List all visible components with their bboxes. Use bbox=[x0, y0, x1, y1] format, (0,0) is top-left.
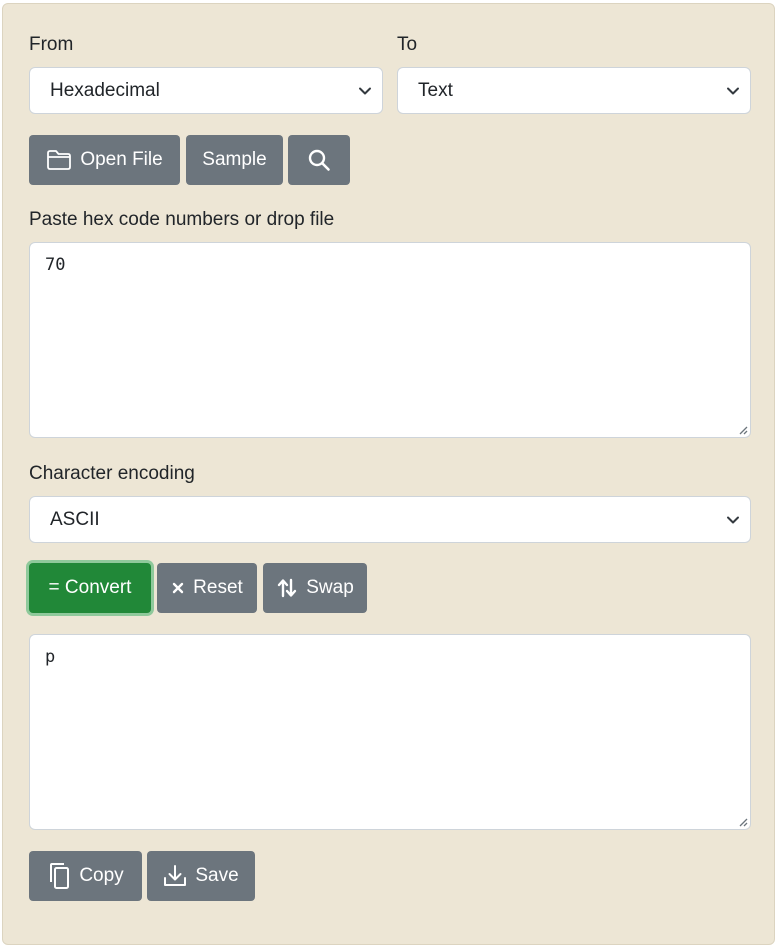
from-select[interactable]: Hexadecimal bbox=[29, 67, 383, 114]
encoding-label: Character encoding bbox=[29, 463, 195, 484]
convert-button[interactable]: = Convert bbox=[29, 563, 151, 613]
to-label: To bbox=[397, 34, 418, 55]
search-button[interactable] bbox=[288, 135, 350, 185]
copy-icon bbox=[50, 863, 70, 889]
hex-input-value: 70 bbox=[45, 255, 66, 275]
swap-icon bbox=[278, 578, 297, 598]
open-file-button[interactable]: Open File bbox=[29, 135, 180, 185]
reset-label: Reset bbox=[193, 577, 243, 598]
sample-label: Sample bbox=[202, 149, 267, 170]
converter-panel: From To Hexadecimal Text Open File Sampl… bbox=[2, 3, 775, 945]
encoding-select[interactable]: ASCII bbox=[29, 496, 751, 543]
output-textarea[interactable]: p bbox=[29, 634, 751, 830]
chevron-down-icon bbox=[727, 87, 739, 95]
chevron-down-icon bbox=[359, 87, 371, 95]
convert-label: = Convert bbox=[48, 577, 132, 598]
swap-label: Swap bbox=[306, 577, 354, 598]
chevron-down-icon bbox=[727, 516, 739, 524]
hex-input-textarea[interactable]: 70 bbox=[29, 242, 751, 438]
input-label: Paste hex code numbers or drop file bbox=[29, 209, 335, 230]
to-select-value: Text bbox=[418, 80, 453, 101]
save-label: Save bbox=[195, 865, 239, 886]
to-select[interactable]: Text bbox=[397, 67, 751, 114]
search-icon bbox=[308, 149, 330, 171]
save-button[interactable]: Save bbox=[147, 851, 255, 901]
reset-button[interactable]: Reset bbox=[157, 563, 257, 613]
sample-button[interactable]: Sample bbox=[186, 135, 283, 185]
download-icon bbox=[164, 865, 187, 886]
from-select-value: Hexadecimal bbox=[50, 80, 160, 101]
folder-icon bbox=[47, 150, 72, 170]
from-label: From bbox=[29, 34, 74, 55]
resize-grip-icon[interactable] bbox=[736, 815, 748, 827]
resize-grip-icon[interactable] bbox=[736, 423, 748, 435]
copy-button[interactable]: Copy bbox=[29, 851, 142, 901]
open-file-label: Open File bbox=[80, 149, 163, 170]
encoding-select-value: ASCII bbox=[50, 509, 100, 530]
copy-label: Copy bbox=[79, 865, 124, 886]
swap-button[interactable]: Swap bbox=[263, 563, 367, 613]
output-value: p bbox=[45, 647, 56, 667]
close-icon bbox=[172, 582, 184, 594]
